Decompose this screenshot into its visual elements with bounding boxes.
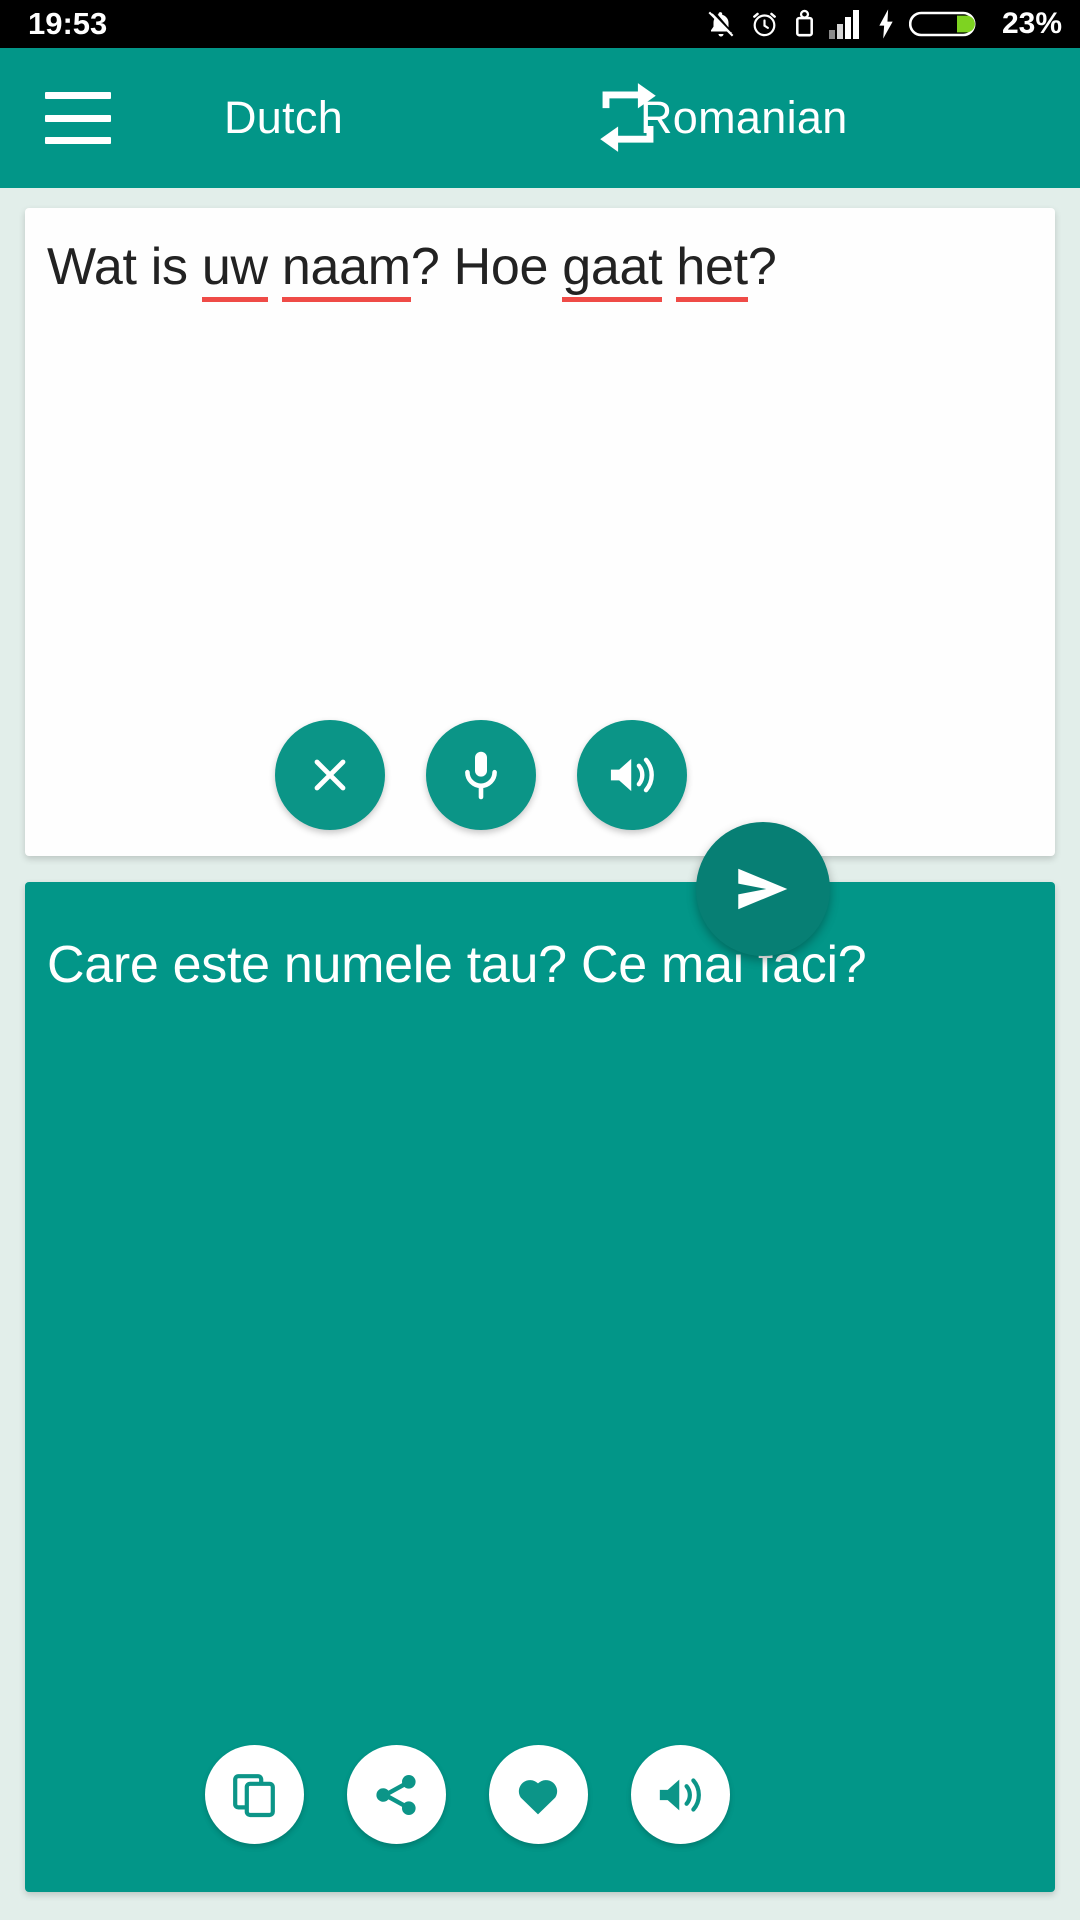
status-bar: 19:53 23% [0,0,1080,48]
target-action-row [25,1745,1055,1844]
listen-source-button[interactable] [577,720,687,830]
copy-button[interactable] [204,1745,304,1844]
translator-app-screen: 19:53 23% Dutch Romanian Wat is uw naam?… [0,0,1080,1920]
favorite-button[interactable] [488,1745,588,1844]
signal-bars-icon [828,10,859,39]
notifications-off-icon [708,11,734,37]
usb-lock-icon [795,9,813,37]
app-bar: Dutch Romanian [0,48,1080,188]
spellcheck-word: uw [201,238,268,302]
charging-bolt-icon [879,9,893,39]
clear-button[interactable] [275,720,385,830]
hamburger-menu-icon[interactable] [45,92,111,144]
voice-input-button[interactable] [426,720,536,830]
battery-icon [908,11,976,37]
alarm-clock-icon [753,12,776,37]
send-button[interactable] [696,822,830,956]
spellcheck-word: naam [281,238,411,302]
source-text-input[interactable]: Wat is uw naam? Hoe gaat het? [47,236,1035,302]
menu-bar-2 [45,114,111,122]
source-text-panel[interactable]: Wat is uw naam? Hoe gaat het? [25,208,1055,856]
menu-bar-1 [45,92,111,99]
target-language-selector[interactable]: Romanian [640,92,848,144]
spellcheck-word: het [676,238,748,302]
source-action-row [25,720,1055,830]
spellcheck-word: gaat [562,238,663,302]
listen-target-button[interactable] [630,1745,730,1844]
menu-bar-3 [45,137,111,144]
source-language-selector[interactable]: Dutch [224,92,343,144]
translated-text: Care este numele tau? Ce mai faci? [47,936,867,994]
target-text-panel[interactable]: Care este numele tau? Ce mai faci? [25,882,1055,1892]
status-clock: 19:53 [28,6,108,41]
share-button[interactable] [346,1745,446,1844]
battery-percent-label: 23% [1001,7,1062,40]
status-icons: 23% [706,7,1062,41]
